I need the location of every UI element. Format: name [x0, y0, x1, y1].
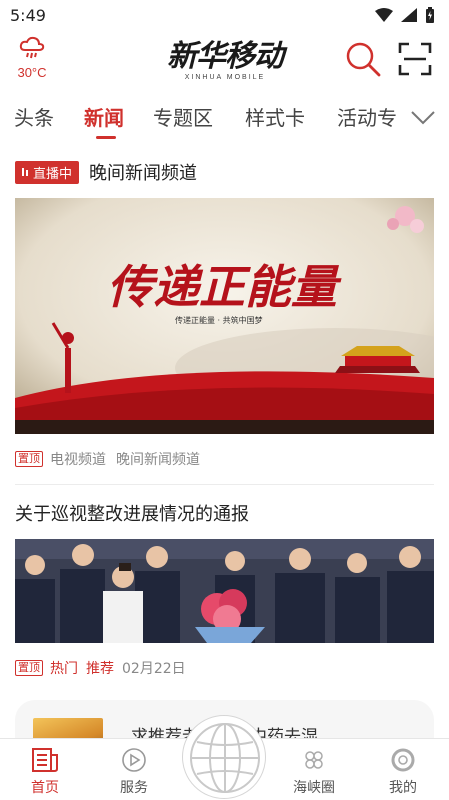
banner-image: 传递正能量 传递正能量 · 共筑中国梦 — [15, 198, 434, 434]
recommend-tag: 推荐 — [86, 661, 114, 677]
tab-headlines[interactable]: 头条 — [14, 102, 54, 131]
weather-widget[interactable]: 30°C — [12, 36, 52, 80]
weather-temp: 30°C — [17, 65, 47, 80]
newspaper-icon — [32, 748, 58, 772]
search-icon — [346, 42, 381, 77]
bottom-nav: 首页 服务 海峡圈 我的 — [0, 715, 449, 800]
divider — [15, 484, 434, 485]
tab-topics[interactable]: 专题区 — [153, 102, 213, 131]
pinned-tag: 置顶 — [15, 451, 43, 467]
nav-home[interactable]: 首页 — [15, 747, 75, 797]
status-bar: 5:49 — [0, 0, 449, 30]
article-title[interactable]: 关于巡视整改进展情况的通报 — [15, 500, 249, 526]
meeting-photo — [15, 539, 434, 643]
tab-news[interactable]: 新闻 — [84, 102, 124, 131]
user-circle-icon — [391, 748, 415, 772]
live-bars-icon — [22, 168, 28, 176]
live-title: 晚间新闻频道 — [89, 163, 198, 184]
feed-item-meta: 置顶 热门 推荐 02月22日 — [15, 658, 196, 678]
app-logo: 新华移动 XINHUA MOBILE — [155, 40, 295, 86]
nav-strait-circle-label: 海峡圈 — [293, 780, 335, 796]
category-tabs: 头条 新闻 专题区 样式卡 活动专 — [0, 96, 449, 142]
logo-title: 新华移动 — [167, 39, 284, 74]
wifi-icon — [375, 8, 393, 22]
status-icons — [375, 7, 435, 23]
search-button[interactable] — [344, 40, 382, 78]
app-header: 30°C 新华移动 XINHUA MOBILE — [0, 32, 449, 88]
meta-program: 晚间新闻频道 — [116, 452, 200, 468]
clover-icon — [305, 751, 323, 769]
meta-channel: 电视频道 — [50, 452, 106, 468]
play-circle-icon — [122, 748, 146, 772]
center-globe-button[interactable] — [182, 715, 266, 799]
feed-item-meta: 置顶 电视频道 晚间新闻频道 — [15, 449, 210, 469]
active-tab-indicator — [96, 136, 116, 139]
live-item[interactable]: 直播中 晚间新闻频道 — [15, 158, 435, 186]
scan-icon — [398, 42, 432, 76]
tab-activities[interactable]: 活动专 — [337, 102, 397, 131]
nav-services[interactable]: 服务 — [104, 747, 164, 797]
cloud-rain-icon — [19, 36, 45, 59]
globe-icon — [190, 723, 260, 793]
article-image[interactable] — [15, 539, 434, 643]
live-badge-label: 直播中 — [33, 166, 73, 182]
signal-icon — [401, 8, 417, 22]
live-badge: 直播中 — [15, 160, 80, 184]
logo-subtitle: XINHUA MOBILE — [184, 74, 266, 81]
nav-profile[interactable]: 我的 — [373, 747, 433, 797]
nav-home-label: 首页 — [31, 780, 59, 796]
tab-style-card[interactable]: 样式卡 — [245, 102, 305, 131]
battery-icon — [426, 7, 434, 23]
hot-tag: 热门 — [50, 661, 78, 677]
chevron-down-icon — [411, 111, 435, 125]
status-time: 5:49 — [10, 5, 46, 25]
scan-button[interactable] — [398, 42, 432, 76]
nav-services-label: 服务 — [120, 780, 148, 796]
banner-subheadline: 传递正能量 · 共筑中国梦 — [175, 315, 263, 325]
featured-banner[interactable]: 传递正能量 传递正能量 · 共筑中国梦 — [15, 198, 434, 434]
expand-tabs-button[interactable] — [408, 104, 438, 132]
pinned-tag: 置顶 — [15, 660, 43, 676]
nav-profile-label: 我的 — [389, 780, 417, 796]
nav-strait-circle[interactable]: 海峡圈 — [284, 747, 344, 797]
banner-headline: 传递正能量 — [107, 260, 342, 314]
meta-date: 02月22日 — [122, 661, 186, 677]
